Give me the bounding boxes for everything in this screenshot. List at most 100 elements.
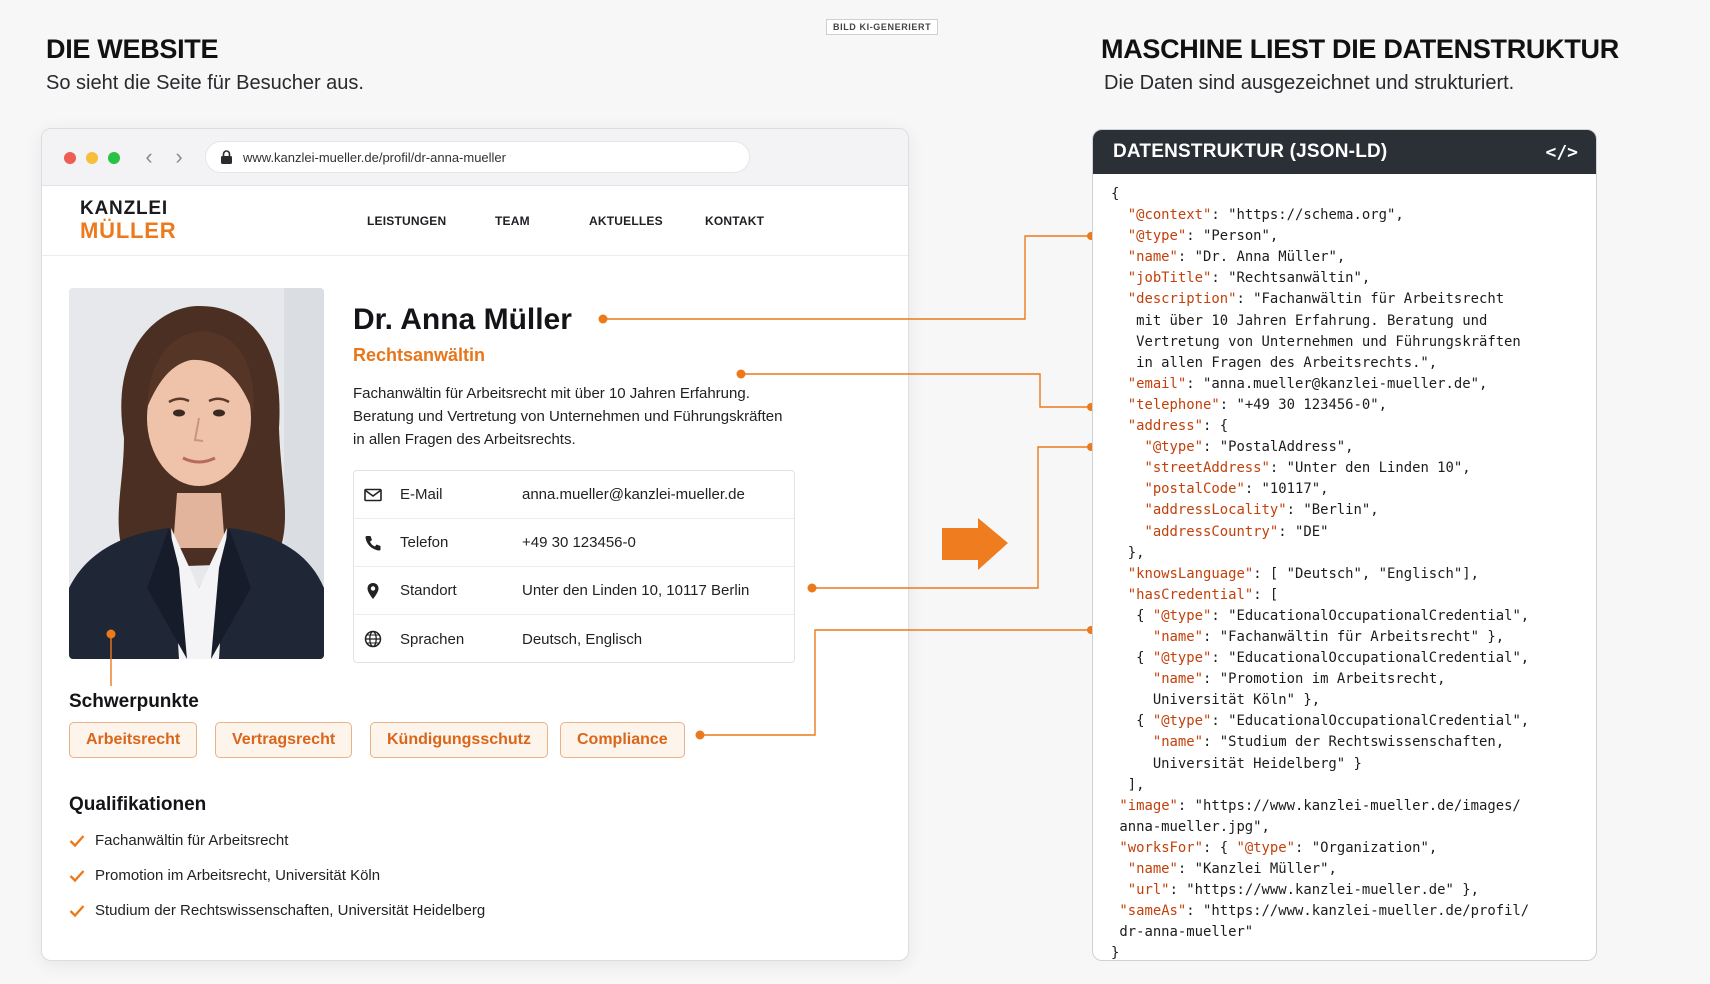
code-line: "description": "Fachanwältin für Arbeits… xyxy=(1127,291,1505,308)
code-line: anna-mueller.jpg", xyxy=(1111,818,1270,835)
focus-tag[interactable]: Compliance xyxy=(560,722,685,758)
code-line: mit über 10 Jahren Erfahrung. Beratung u… xyxy=(1111,312,1488,329)
globe-icon xyxy=(364,630,382,648)
code-line: "postalCode": "10117", xyxy=(1144,481,1329,498)
code-line: "addressCountry": "DE" xyxy=(1144,523,1329,540)
qualification-item: Promotion im Arbeitsrecht, Universität K… xyxy=(69,867,380,884)
code-line: Universität Köln" }, xyxy=(1111,692,1321,709)
profile-description: Fachanwältin für Arbeitsrecht mit über 1… xyxy=(353,385,783,448)
address-bar[interactable]: www.kanzlei-mueller.de/profil/dr-anna-mu… xyxy=(205,141,750,173)
code-line: Universität Heidelberg" } xyxy=(1111,755,1362,772)
code-line: "telephone": "+49 30 123456-0", xyxy=(1127,396,1387,413)
lock-icon xyxy=(221,150,232,164)
url-text: www.kanzlei-mueller.de/profil/dr-anna-mu… xyxy=(243,149,506,165)
json-ld-code: { "@context": "https://schema.org", "@ty… xyxy=(1093,174,1596,961)
contact-row-languages: Sprachen Deutsch, Englisch xyxy=(354,615,794,663)
browser-toolbar: ‹ › www.kanzlei-mueller.de/profil/dr-ann… xyxy=(42,129,908,186)
left-section-title: DIE WEBSITE xyxy=(46,34,219,64)
contact-row-email: E-Mail anna.mueller@kanzlei-mueller.de xyxy=(354,471,794,519)
contact-label: Standort xyxy=(400,582,457,599)
nav-item-aktuelles[interactable]: AKTUELLES xyxy=(589,214,663,228)
contact-label: E-Mail xyxy=(400,486,443,503)
checkmark-icon xyxy=(69,869,85,882)
forward-arrow-icon[interactable]: › xyxy=(171,144,187,170)
code-line: Vertretung von Unternehmen und Führungsk… xyxy=(1111,333,1521,350)
contact-value-languages: Deutsch, Englisch xyxy=(522,630,643,648)
logo-line-2: MÜLLER xyxy=(80,217,177,243)
code-line: "name": "Fachanwältin für Arbeitsrecht" … xyxy=(1152,628,1505,645)
code-line: in allen Fragen des Arbeitsrechts.", xyxy=(1111,354,1438,371)
mail-icon xyxy=(364,488,382,501)
code-line: ], xyxy=(1111,776,1145,793)
qualification-text: Promotion im Arbeitsrecht, Universität K… xyxy=(95,867,381,884)
site-header: KANZLEI MÜLLER LEISTUNGEN TEAM AKTUELLES… xyxy=(42,186,908,256)
focus-tag[interactable]: Arbeitsrecht xyxy=(69,722,198,758)
code-line: "worksFor": { "@type": "Organization", xyxy=(1119,839,1438,856)
contact-row-phone: Telefon +49 30 123456-0 xyxy=(354,519,794,567)
code-line: "address": { xyxy=(1127,418,1229,435)
focus-heading: Schwerpunkte xyxy=(69,691,199,712)
browser-window: ‹ › www.kanzlei-mueller.de/profil/dr-ann… xyxy=(41,128,909,961)
right-section-subtitle: Die Daten sind ausgezeichnet und struktu… xyxy=(1104,72,1515,94)
contact-label: Telefon xyxy=(400,534,449,551)
code-line: }, xyxy=(1111,544,1145,561)
nav-item-team[interactable]: TEAM xyxy=(495,214,530,228)
code-line: "knowsLanguage": [ "Deutsch", "Englisch"… xyxy=(1127,565,1479,582)
code-line: } xyxy=(1111,945,1120,961)
phone-icon xyxy=(365,535,381,550)
code-line: "name": "Dr. Anna Müller", xyxy=(1127,249,1346,266)
contact-value-phone[interactable]: +49 30 123456-0 xyxy=(522,534,636,551)
qualification-text: Fachanwältin für Arbeitsrecht xyxy=(95,832,289,849)
code-line: "hasCredential": [ xyxy=(1127,586,1279,603)
checkmark-icon xyxy=(69,904,85,917)
maximize-window-button[interactable] xyxy=(108,152,120,164)
code-line: "@type": "PostalAddress", xyxy=(1144,439,1354,456)
code-line: { "@type": "EducationalOccupationalCrede… xyxy=(1111,650,1530,667)
code-line: "name": "Kanzlei Müller", xyxy=(1127,861,1337,877)
profile-photo xyxy=(69,288,324,659)
code-panel-title: DATENSTRUKTUR (JSON-LD) xyxy=(1113,141,1388,162)
contact-label: Sprachen xyxy=(400,630,465,648)
location-icon xyxy=(367,582,379,599)
contact-value-email[interactable]: anna.mueller@kanzlei-mueller.de xyxy=(522,486,745,503)
profile-role: Rechtsanwältin xyxy=(353,345,486,365)
back-arrow-icon[interactable]: ‹ xyxy=(141,144,157,170)
qualification-item: Fachanwältin für Arbeitsrecht xyxy=(69,832,288,849)
qualification-text: Studium der Rechtswissenschaften, Univer… xyxy=(95,902,486,919)
json-ld-panel: DATENSTRUKTUR (JSON-LD) </> { "@context"… xyxy=(1092,129,1597,961)
code-line: "addressLocality": "Berlin", xyxy=(1144,502,1379,519)
nav-item-kontakt[interactable]: KONTAKT xyxy=(705,214,764,228)
code-panel-header: DATENSTRUKTUR (JSON-LD) </> xyxy=(1093,130,1596,174)
code-line: "name": "Promotion im Arbeitsrecht, xyxy=(1152,671,1446,688)
code-line: "email": "anna.mueller@kanzlei-mueller.d… xyxy=(1127,375,1488,392)
profile-name: Dr. Anna Müller xyxy=(353,303,572,336)
right-section-title: MASCHINE LIEST DIE DATENSTRUKTUR xyxy=(1101,34,1619,64)
code-line: "@context": "https://schema.org", xyxy=(1127,207,1404,224)
ai-generated-badge: BILD KI-GENERIERT xyxy=(826,19,939,35)
focus-tag[interactable]: Kündigungsschutz xyxy=(370,722,548,758)
left-section-subtitle: So sieht die Seite für Besucher aus. xyxy=(46,72,364,94)
qualification-item: Studium der Rechtswissenschaften, Univer… xyxy=(69,902,485,919)
contact-row-location: Standort Unter den Linden 10, 10117 Berl… xyxy=(354,567,794,615)
code-line: "url": "https://www.kanzlei-mueller.de" … xyxy=(1127,882,1479,899)
focus-tag[interactable]: Vertragsrecht xyxy=(215,722,353,758)
nav-item-leistungen[interactable]: LEISTUNGEN xyxy=(367,214,446,228)
code-line: "jobTitle": "Rechtsanwältin", xyxy=(1127,270,1371,287)
code-icon[interactable]: </> xyxy=(1545,142,1578,163)
contact-details: E-Mail anna.mueller@kanzlei-mueller.de T… xyxy=(353,470,795,663)
minimize-window-button[interactable] xyxy=(86,152,98,164)
site-logo[interactable]: KANZLEI MÜLLER xyxy=(80,199,176,242)
code-line: "image": "https://www.kanzlei-mueller.de… xyxy=(1119,797,1521,814)
code-line: "@type": "Person", xyxy=(1127,228,1279,245)
checkmark-icon xyxy=(69,834,85,847)
portrait-illustration xyxy=(69,288,324,659)
contact-value-location: Unter den Linden 10, 10117 Berlin xyxy=(522,582,750,599)
logo-line-1: KANZLEI xyxy=(80,198,168,219)
close-window-button[interactable] xyxy=(64,152,76,164)
code-line: "name": "Studium der Rechtswissenschafte… xyxy=(1152,734,1505,751)
code-line: "sameAs": "https://www.kanzlei-mueller.d… xyxy=(1119,903,1530,920)
code-line: { xyxy=(1111,186,1120,202)
right-arrow-icon xyxy=(942,518,1008,570)
code-line: { "@type": "EducationalOccupationalCrede… xyxy=(1111,607,1530,624)
qualifications-heading: Qualifikationen xyxy=(69,794,207,815)
